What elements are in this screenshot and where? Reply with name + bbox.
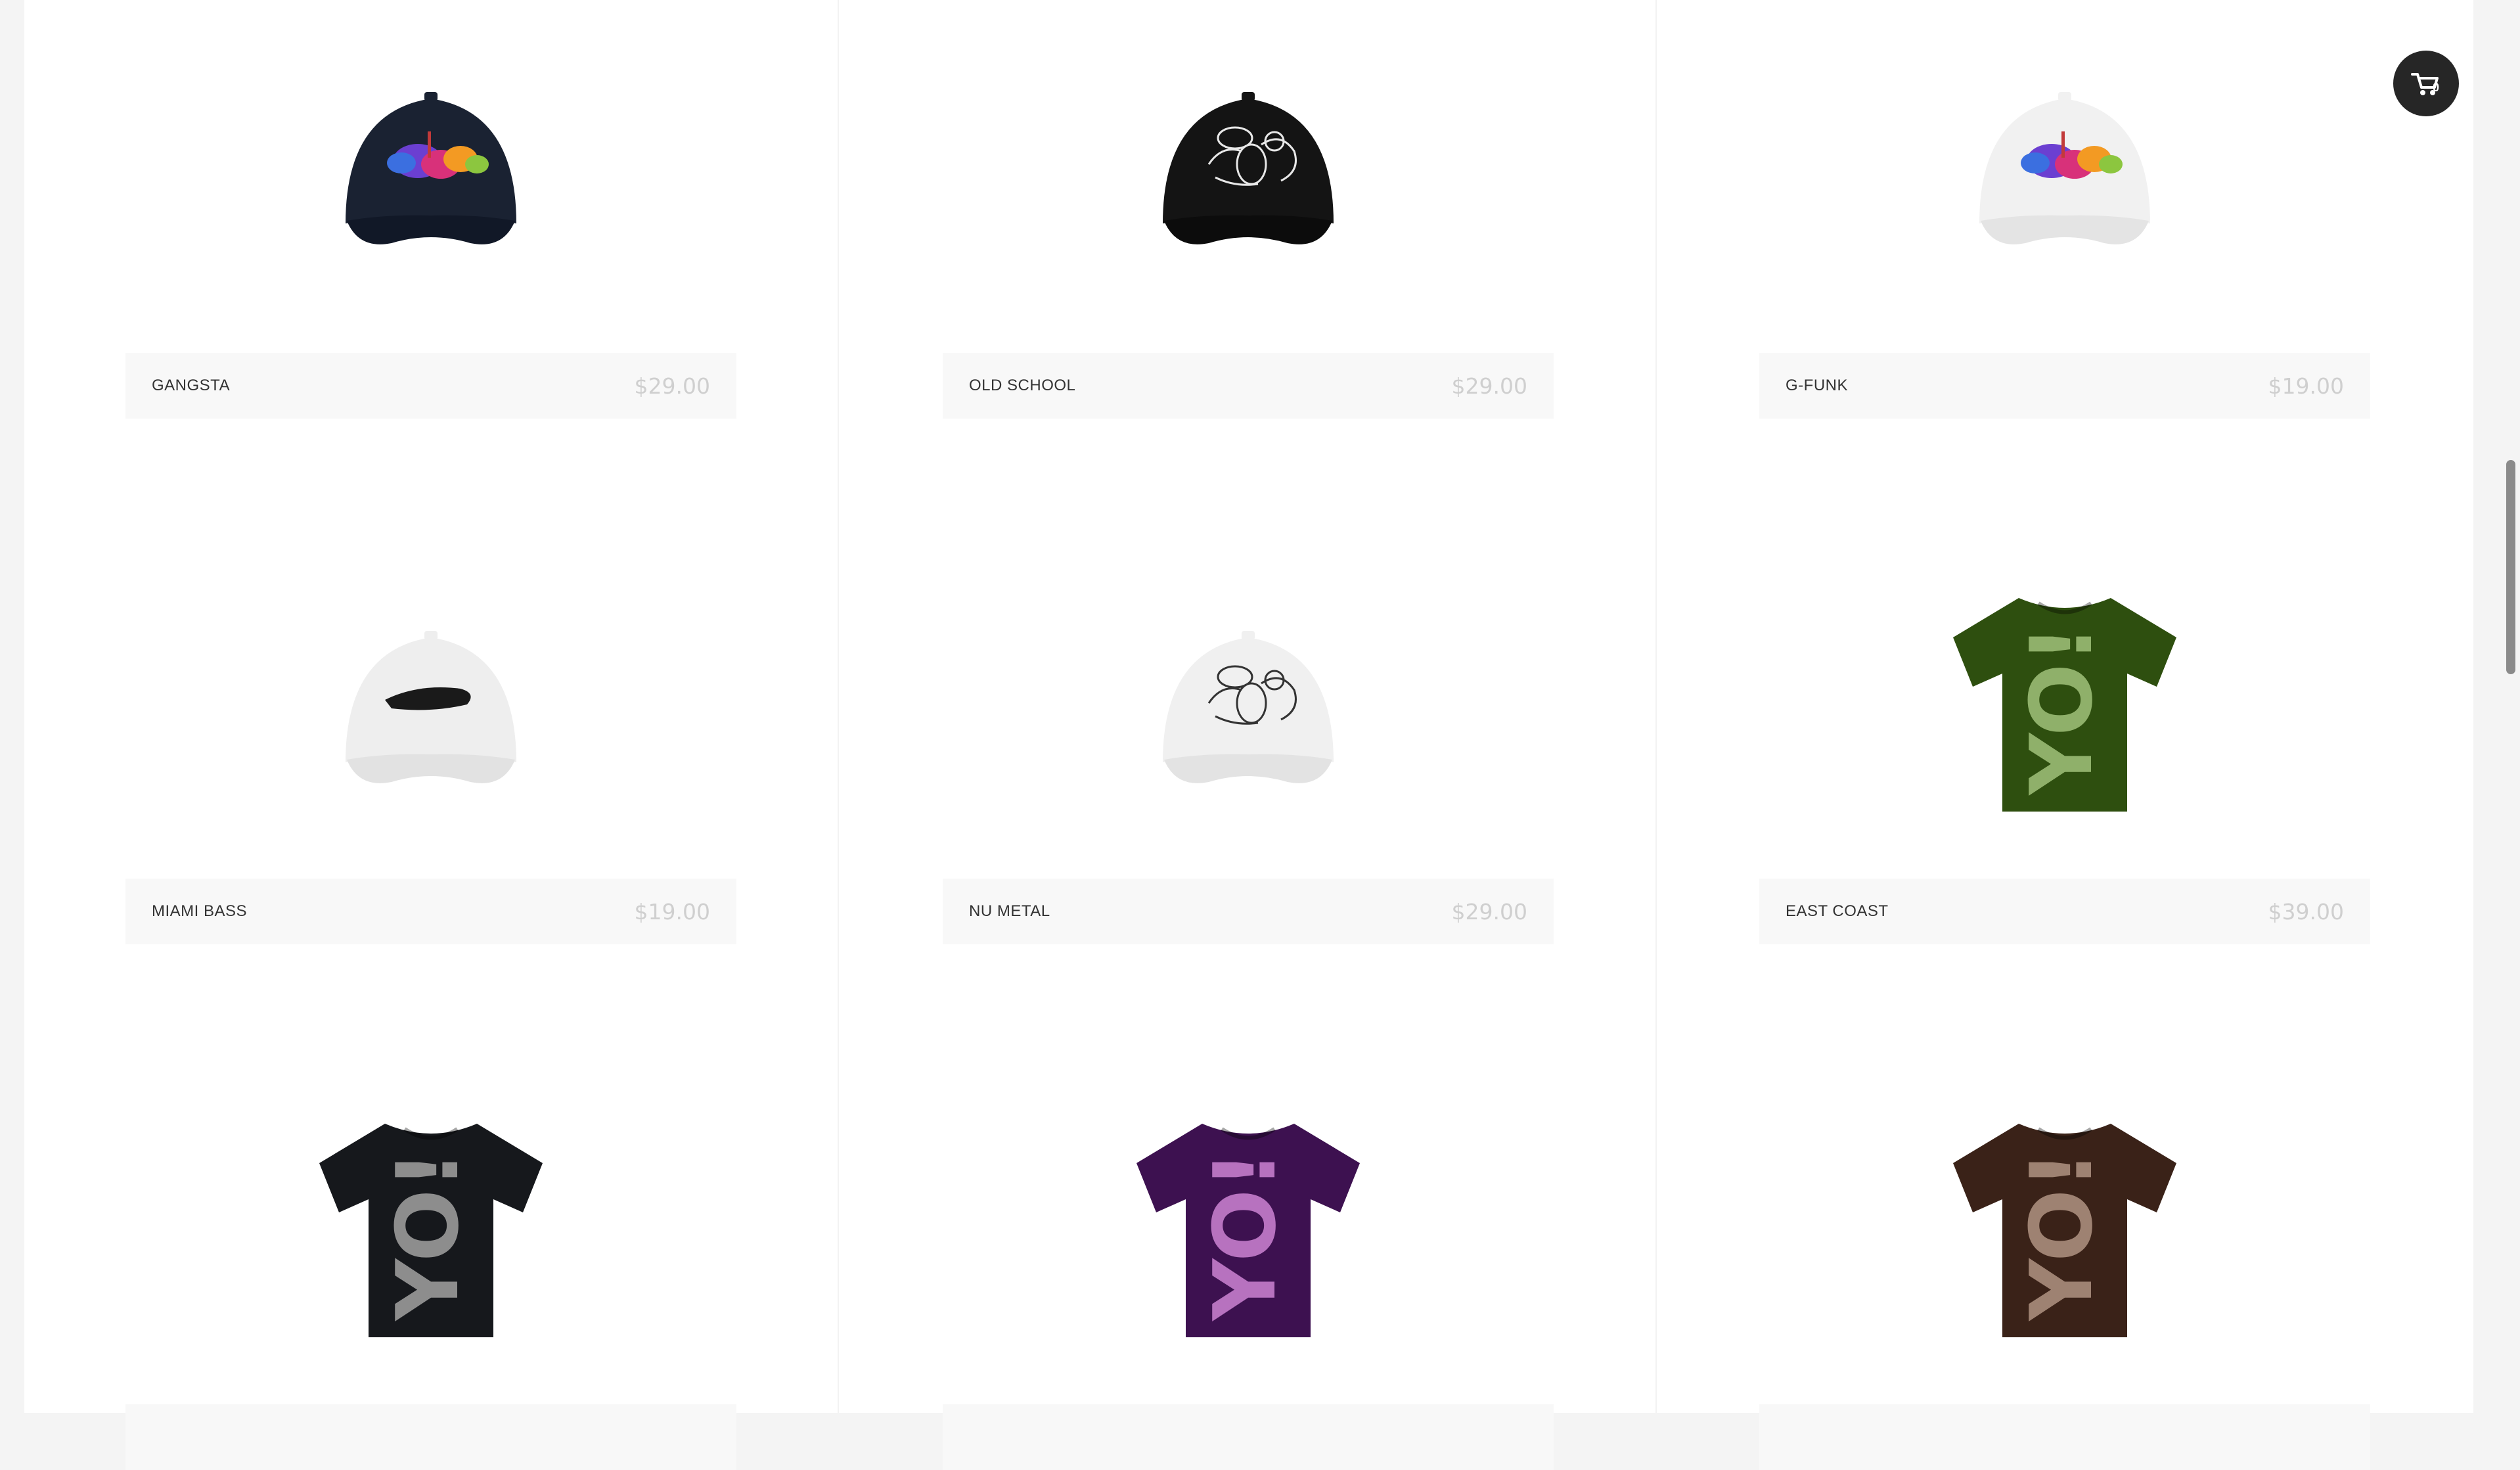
product-name: EAST COAST <box>1786 902 1889 920</box>
product-info-bar[interactable]: NU METAL $29.00 <box>943 879 1554 944</box>
column-divider <box>1655 0 1657 1413</box>
svg-text:YO!: YO! <box>1195 1150 1295 1321</box>
cap-image <box>1979 92 2150 244</box>
product-image[interactable] <box>943 565 1554 841</box>
product-info-bar[interactable] <box>125 1404 736 1470</box>
product-image[interactable]: YO! <box>1759 565 2370 841</box>
product-price: $39.00 <box>2268 898 2344 925</box>
column-divider <box>838 0 839 1413</box>
svg-text:YO!: YO! <box>378 1150 478 1321</box>
cap-image <box>1163 92 1334 244</box>
product-name: MIAMI BASS <box>152 902 248 920</box>
cap-image <box>346 92 516 244</box>
product-image[interactable] <box>1759 26 2370 302</box>
product-info-bar[interactable] <box>943 1404 1554 1470</box>
tshirt-image: YO! <box>319 1124 543 1337</box>
product-info-bar[interactable]: OLD SCHOOL $29.00 <box>943 353 1554 419</box>
cap-image <box>346 631 516 783</box>
product-price: $29.00 <box>1451 898 1527 925</box>
scrollbar-track[interactable] <box>2500 0 2520 1413</box>
svg-text:YO!: YO! <box>2012 624 2111 796</box>
product-image[interactable]: YO! <box>943 1091 1554 1367</box>
product-name: G-FUNK <box>1786 377 1848 394</box>
product-image[interactable]: YO! <box>1759 1091 2370 1367</box>
product-price: $29.00 <box>1451 373 1527 399</box>
product-name: NU METAL <box>969 902 1050 920</box>
product-price: $19.00 <box>2268 373 2344 399</box>
cap-image <box>1163 631 1334 783</box>
product-price: $19.00 <box>634 898 710 925</box>
product-image[interactable]: YO! <box>125 1091 736 1367</box>
page-content: GANGSTA $29.00 OLD SCHOOL $29.00 G-FUNK $19.0… <box>24 0 2473 1470</box>
product-info-bar[interactable]: MIAMI BASS $19.00 <box>125 879 736 944</box>
product-info-bar[interactable]: G-FUNK $19.00 <box>1759 353 2370 419</box>
product-info-bar[interactable] <box>1759 1404 2370 1470</box>
cart-button[interactable]: 0 <box>2393 51 2459 116</box>
product-image[interactable] <box>125 565 736 841</box>
product-info-bar[interactable]: GANGSTA $29.00 <box>125 353 736 419</box>
svg-text:YO!: YO! <box>2012 1150 2111 1321</box>
tshirt-image: YO! <box>1953 1124 2176 1337</box>
product-name: OLD SCHOOL <box>969 377 1076 394</box>
product-name: GANGSTA <box>152 377 231 394</box>
tshirt-image: YO! <box>1953 598 2176 812</box>
product-info-bar[interactable]: EAST COAST $39.00 <box>1759 879 2370 944</box>
product-image[interactable] <box>943 26 1554 302</box>
product-price: $29.00 <box>634 373 710 399</box>
cart-count-badge: 0 <box>2433 81 2440 94</box>
scrollbar-thumb[interactable] <box>2506 460 2515 674</box>
tshirt-image: YO! <box>1136 1124 1360 1337</box>
product-image[interactable] <box>125 26 736 302</box>
